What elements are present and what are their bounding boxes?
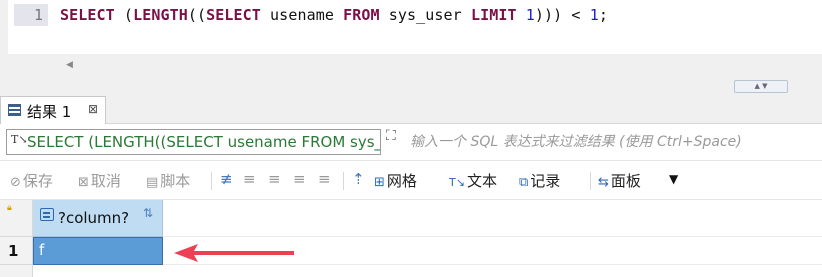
results-grid: 🔒︎ ?column? ⇅ 1 f: [0, 200, 822, 277]
grid-label: 网格: [386, 172, 417, 190]
delete-row-icon[interactable]: ≡: [293, 170, 306, 188]
code-token: SELECT: [60, 6, 115, 24]
lock-icon: 🔒︎: [7, 203, 12, 213]
code-token: ;: [598, 6, 608, 24]
copy-row-icon[interactable]: ≡: [268, 170, 281, 188]
row-number-cell[interactable]: 1: [0, 237, 33, 265]
code-token: LIMIT: [470, 6, 517, 24]
text-label: 文本: [466, 172, 497, 190]
export-icon[interactable]: ⇡: [352, 170, 365, 188]
filter-value: SELECT (LENGTH((SELECT usename FROM sys_…: [27, 133, 381, 151]
panel-icon: ⇆: [598, 175, 609, 190]
row-options-icon[interactable]: ≡: [318, 170, 331, 188]
panel-divider[interactable]: [0, 82, 822, 94]
filter-input[interactable]: T↘ SELECT (LENGTH((SELECT usename FROM s…: [6, 129, 381, 155]
code-token: 1: [589, 6, 599, 24]
text-icon: T↘: [449, 176, 465, 189]
more-dropdown-icon[interactable]: ▼: [669, 172, 678, 186]
column-name: ?column?: [58, 209, 130, 227]
panel-button[interactable]: ⇆ 面板: [598, 170, 641, 191]
cancel-label: 取消: [90, 172, 121, 190]
script-button[interactable]: ▤ 脚本: [146, 170, 190, 191]
record-icon: ⧉: [519, 175, 529, 190]
cancel-icon: ⊠: [78, 175, 89, 190]
collapse-panel-icon[interactable]: ▲ ▼: [734, 80, 788, 93]
grid-icon: ⊞: [374, 175, 385, 190]
filter-bar: T↘ SELECT (LENGTH((SELECT usename FROM s…: [0, 124, 822, 160]
code-token: FROM: [343, 6, 380, 24]
code-token: ))) <: [534, 6, 590, 24]
script-label: 脚本: [160, 172, 191, 190]
table-cell-selected[interactable]: f: [33, 237, 163, 265]
row-number-cell-empty: [0, 265, 33, 277]
cell-value: f: [39, 241, 45, 259]
grid-view-button[interactable]: ⊞ 网格: [374, 170, 417, 191]
results-toolbar: ⊘ 保存 ⊠ 取消 ▤ 脚本 ≢ ≡ ≡ ≡ ≡ ⇡ ⊞ 网格 T↘ 文本 ⧉ 记录 ⇆ 面板…: [0, 160, 822, 200]
toolbar-separator: [211, 172, 212, 190]
tab-result-1[interactable]: 结果 1 ⊠: [0, 96, 106, 124]
record-view-button[interactable]: ⧉ 记录: [519, 170, 560, 191]
close-tab-icon[interactable]: ⊠: [88, 102, 98, 116]
table-icon: [8, 104, 21, 116]
row-number: 1: [8, 242, 19, 260]
grid-header-fill: [163, 200, 822, 237]
column-type-icon: [40, 208, 54, 221]
code-token: 1: [525, 6, 535, 24]
code-token: usename: [260, 6, 344, 24]
code-token: ((: [187, 6, 207, 24]
text-view-button[interactable]: T↘ 文本: [449, 170, 497, 191]
save-icon: ⊘: [10, 175, 21, 190]
result-tab-strip: [0, 94, 822, 124]
expand-filter-icon[interactable]: ⛶: [386, 128, 396, 144]
tab-label: 结果 1: [27, 103, 72, 121]
toolbar-separator: [590, 172, 591, 190]
annotation-arrow-icon: [174, 244, 294, 262]
filter-placeholder: 输入一个 SQL 表达式来过滤结果 (使用 Ctrl+Space): [410, 134, 742, 150]
scroll-left-icon[interactable]: ◀: [66, 60, 73, 70]
script-icon: ▤: [146, 175, 159, 190]
toolbar-separator: [343, 172, 344, 190]
save-button[interactable]: ⊘ 保存: [10, 170, 53, 191]
record-label: 记录: [530, 172, 561, 190]
cancel-button[interactable]: ⊠ 取消: [78, 170, 121, 191]
code-token: (: [114, 6, 134, 24]
code-token: sys_user: [379, 6, 471, 24]
save-label: 保存: [22, 172, 53, 190]
line-number: 1: [34, 6, 44, 24]
sql-editor[interactable]: 1 SELECT (LENGTH((SELECT usename FROM sy…: [0, 0, 822, 56]
panel-label: 面板: [610, 172, 641, 190]
column-header[interactable]: ?column? ⇅: [33, 200, 163, 237]
sql-code-line[interactable]: SELECT (LENGTH((SELECT usename FROM sys_…: [60, 6, 608, 24]
grid-corner[interactable]: 🔒︎: [0, 200, 33, 237]
filter-text-icon: T↘: [11, 133, 28, 146]
sort-filter-icon[interactable]: ⇅: [143, 206, 153, 220]
code-token: LENGTH: [133, 6, 188, 24]
horizontal-scrollbar[interactable]: ◀: [0, 54, 822, 82]
add-row-icon[interactable]: ≡: [243, 170, 256, 188]
edit-cell-icon[interactable]: ≢: [220, 170, 233, 188]
code-token: SELECT: [206, 6, 261, 24]
